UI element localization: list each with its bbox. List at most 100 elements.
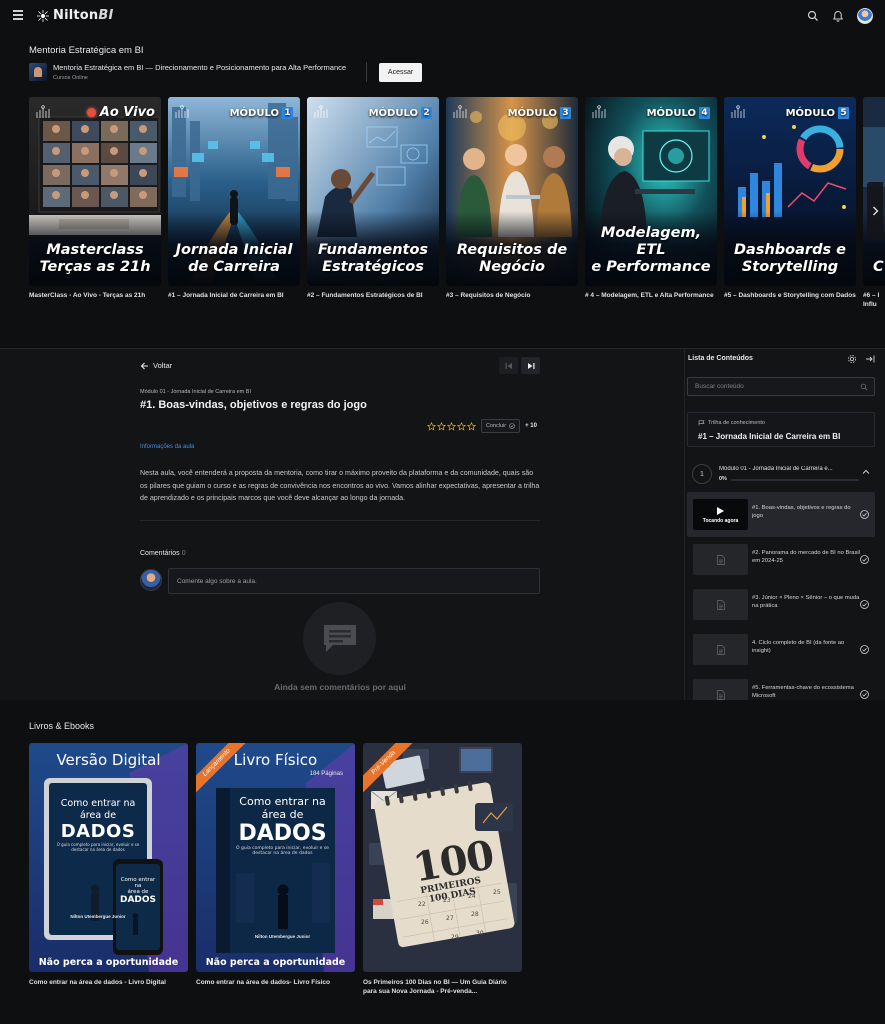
book-card-100-dias[interactable]: Pré-Venda 100 PRIMEIROS 100 DIAS 22 23 24…: [363, 743, 522, 996]
lesson-thumbnail: [693, 679, 748, 701]
empty-comments-text: Ainda sem comentários por aqui: [274, 682, 406, 692]
complete-label: Concluir: [485, 423, 507, 429]
lesson-navigation: [499, 357, 540, 374]
trail-name: #1 – Jornada Inicial de Carreira em BI: [698, 432, 841, 441]
book-author: Nilton Utemberguе Junior: [70, 914, 126, 919]
module-card-caption: #3 – Requisitos de Negócio: [446, 292, 531, 299]
calendar-day: 29: [451, 934, 459, 941]
check-circle-icon[interactable]: [860, 510, 869, 519]
lesson-info-link[interactable]: Informações da aula: [140, 444, 194, 450]
module-badge: MÓDULO 1: [230, 107, 293, 119]
brand-logo[interactable]: NiltonBI: [37, 8, 114, 23]
calendar-day: 26: [421, 919, 429, 926]
comment-input[interactable]: [168, 568, 540, 594]
brand-name: NiltonBI: [53, 8, 114, 23]
next-lesson-button[interactable]: [521, 357, 540, 374]
star-rating[interactable]: [426, 421, 476, 431]
now-playing-label: Tocando agora: [702, 517, 739, 524]
chevron-up-icon[interactable]: [862, 468, 870, 476]
module-card-5[interactable]: MÓDULO 5 Dashboards e Storytelling #5 – Da…: [724, 97, 856, 301]
module-card-image: MÓDULO 5 Dashboards e Storytelling: [724, 97, 856, 286]
lesson-list-title: #3. Júnior × Pleno × Sênior – o que muda…: [752, 595, 860, 609]
lesson-thumbnail: Tocando agora: [693, 499, 748, 530]
check-circle-icon[interactable]: [860, 645, 869, 654]
calendar-day: 27: [446, 915, 454, 922]
module-card-2[interactable]: MÓDULO 2 Fundamentos Estratégicos #2 – Fun…: [307, 97, 439, 301]
back-button[interactable]: Voltar: [140, 361, 172, 370]
hamburger-icon[interactable]: [13, 10, 23, 20]
lesson-list-title: #5. Ferramentas-chave do ecossistema Mic…: [752, 685, 854, 699]
module-accordion[interactable]: 1 Módulo 01 - Jornada Inicial de Carreir…: [689, 462, 875, 492]
document-icon: [716, 689, 725, 700]
module-card-4[interactable]: MÓDULO 4 Modelagem, ETL e Performance # 4 …: [585, 97, 717, 301]
module-progress-text: 0%: [719, 476, 727, 482]
module-badge: MÓDULO 4: [647, 107, 710, 119]
complete-lesson-button[interactable]: Concluir: [480, 419, 521, 433]
arrow-left-icon: [140, 362, 148, 369]
book-digital-art: [29, 743, 188, 972]
lesson-thumbnail: [693, 634, 748, 665]
live-badge: Ao Vivo: [86, 105, 155, 120]
trail-label: Trilha de conhecimento: [698, 420, 765, 426]
book-card-digital[interactable]: Versão Digital Como entrar na área de DA…: [29, 743, 188, 987]
content-search-input[interactable]: [687, 377, 875, 396]
comments-count: 0: [181, 550, 186, 557]
phone-cover-title: Como entrar na área de DADOS: [119, 877, 157, 905]
module-card-3[interactable]: MÓDULO 3 Requisitos de Negócio #3 – Requis…: [446, 97, 578, 301]
star-icon[interactable]: [426, 421, 436, 431]
module-logo-icon: [453, 105, 467, 118]
collapse-sidebar-icon[interactable]: [865, 354, 875, 364]
access-button[interactable]: Acessar: [379, 62, 423, 82]
bell-icon[interactable]: [832, 10, 844, 22]
knowledge-trail-card[interactable]: Trilha de conhecimento #1 – Jornada Inic…: [687, 412, 875, 447]
module-logo-icon: [36, 105, 50, 118]
check-circle-icon[interactable]: [860, 690, 869, 699]
module-card-overlay: Masterclass Terças as 21h: [39, 242, 151, 275]
search-icon[interactable]: [860, 383, 868, 391]
module-card-1[interactable]: MÓDULO 1 Jornada Inicial de Carreira #1 – …: [168, 97, 300, 301]
calendar-day: 28: [471, 911, 479, 918]
module-card-image: MÓDULO 2 Fundamentos Estratégicos: [307, 97, 439, 286]
star-icon[interactable]: [436, 421, 446, 431]
avatar[interactable]: [857, 8, 873, 24]
book-cover-title: Como entrar na área de DADOS O guia comp…: [56, 798, 140, 852]
module-logo-icon: [314, 105, 328, 118]
book-footer: Não perca a oportunidade: [205, 957, 346, 968]
star-icon[interactable]: [456, 421, 466, 431]
course-name: Mentoria Estratégica em BI — Direcioname…: [53, 63, 347, 72]
star-icon[interactable]: [446, 421, 456, 431]
module-card-masterclass[interactable]: Ao Vivo Masterclass Terças as 21h MasterC…: [29, 97, 161, 301]
module-card-image: MÓDULO 1 Jornada Inicial de Carreira: [168, 97, 300, 286]
lesson-list-item[interactable]: Tocando agora #1. Boas-vindas, objetivos…: [687, 492, 875, 537]
lesson-list-item[interactable]: 4. Ciclo completo de BI (da fonte ao ins…: [687, 627, 875, 672]
lesson-description: Nesta aula, você entenderá a proposta da…: [140, 469, 540, 502]
lesson-list-title: #2. Panorama do mercado de BI no Brasil …: [752, 550, 860, 564]
module-card-caption: #2 – Fundamentos Estratégicos de BI: [307, 292, 423, 299]
check-circle-icon[interactable]: [860, 600, 869, 609]
course-section-title: Mentoria Estratégica em BI: [29, 45, 144, 56]
document-icon: [716, 554, 725, 565]
modules-carousel: Ao Vivo Masterclass Terças as 21h MasterC…: [29, 97, 885, 317]
gear-icon[interactable]: [847, 354, 857, 364]
star-icon[interactable]: [466, 421, 476, 431]
lesson-main: Voltar Módulo 01 - Jornada Inicial de Ca…: [140, 349, 540, 701]
search-icon[interactable]: [807, 10, 819, 22]
avatar: [140, 569, 162, 591]
previous-lesson-button[interactable]: [499, 357, 518, 374]
book-cover-title: Como entrar na área de DADOS O guia comp…: [236, 795, 329, 856]
books-section: Livros & Ebooks Versão Digital Como entr…: [0, 700, 885, 1024]
check-circle-icon[interactable]: [860, 555, 869, 564]
carousel-next-button[interactable]: [867, 182, 883, 240]
lesson-list-item[interactable]: #2. Panorama do mercado de BI no Brasil …: [687, 537, 875, 582]
calendar-day: 22: [418, 901, 426, 908]
module-card-image: Ao Vivo Masterclass Terças as 21h: [29, 97, 161, 286]
book-card-physical[interactable]: Lançamento Livro Físico 184 Páginas Como…: [196, 743, 355, 987]
lesson-list-item[interactable]: #3. Júnior × Pleno × Sênior – o que muda…: [687, 582, 875, 627]
module-name: Módulo 01 - Jornada Inicial de Carreira …: [719, 466, 833, 472]
book-heading: Livro Físico: [233, 751, 318, 769]
module-card-overlay: Dashboards e Storytelling: [734, 242, 846, 275]
course-thumbnail: [29, 63, 47, 81]
comments-heading: Comentários 0: [140, 550, 186, 557]
lesson-thumbnail: [693, 589, 748, 620]
lesson-list-item[interactable]: #5. Ferramentas-chave do ecossistema Mic…: [687, 672, 875, 701]
